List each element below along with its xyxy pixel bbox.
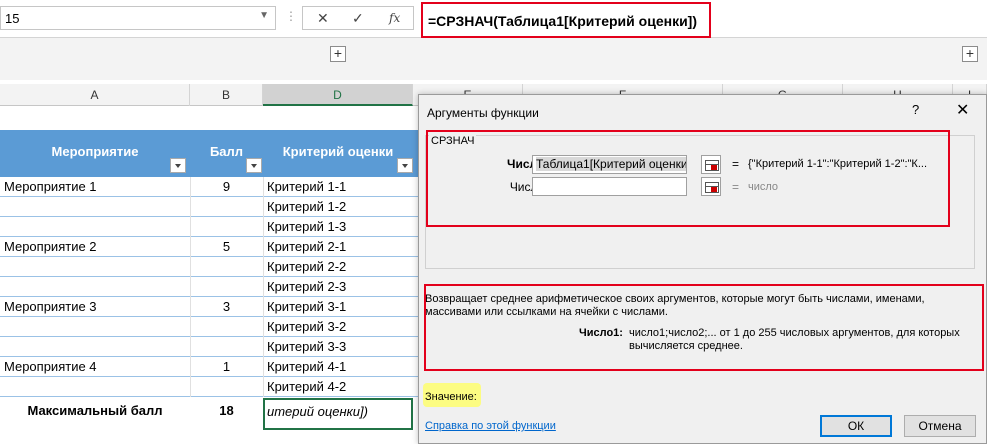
cell-score[interactable]: 9 [190,177,263,197]
cell-event[interactable] [0,317,190,337]
highlight-box-arguments [426,130,950,227]
cell-score[interactable]: 3 [190,297,263,317]
blank-row [0,106,420,130]
filter-dropdown-icon[interactable] [397,158,413,173]
filter-dropdown-icon[interactable] [246,158,262,173]
table-row: Мероприятие 4 1 Критерий 4-1 [0,357,420,377]
cell-criterion[interactable]: Критерий 4-2 [263,377,413,397]
cell-score[interactable] [190,277,263,297]
filter-dropdown-icon[interactable] [170,158,186,173]
ok-button[interactable]: ОК [820,415,892,437]
column-d-header[interactable]: D [263,84,413,106]
expand-group-button[interactable]: + [330,46,346,62]
cell-criterion[interactable]: Критерий 1-1 [263,177,413,197]
column-separator [190,177,191,397]
row-border [0,396,420,397]
cell-criterion[interactable]: Критерий 1-2 [263,197,413,217]
table-row: Критерий 3-2 [0,317,420,337]
cell-event[interactable] [0,197,190,217]
table-row: Критерий 1-3 [0,217,420,237]
value-label: Значение: [425,391,477,403]
formula-buttons: ✕ ✓ fx [302,6,414,30]
cell-event[interactable] [0,217,190,237]
chevron-down-icon[interactable]: ▼ [259,10,269,21]
cell-criterion[interactable]: Критерий 3-3 [263,337,413,357]
cell-score[interactable] [190,217,263,237]
table-row: Критерий 1-2 [0,197,420,217]
drag-handle-icon[interactable]: ⋮ [285,9,297,23]
cell-criterion[interactable]: Критерий 3-1 [263,297,413,317]
cell-event[interactable] [0,277,190,297]
cell-score[interactable] [190,197,263,217]
cell-criterion[interactable]: Критерий 4-1 [263,357,413,377]
help-link[interactable]: Справка по этой функции [425,420,556,432]
table-header-row: Мероприятие Балл Критерий оценки [0,130,420,177]
header-cell-event[interactable]: Мероприятие [0,130,190,177]
table-row: Критерий 3-3 [0,337,420,357]
total-label[interactable]: Максимальный балл [0,398,190,430]
group-outline-bar: + + [0,38,987,80]
editing-cell[interactable]: итерий оценки]) [263,398,413,430]
total-value[interactable]: 18 [190,398,263,430]
cancel-icon[interactable]: ✕ [317,10,329,27]
cell-criterion[interactable]: Критерий 2-3 [263,277,413,297]
highlight-box-description [424,284,984,371]
column-separator [263,177,264,397]
table-row: Мероприятие 1 9 Критерий 1-1 [0,177,420,197]
cell-criterion[interactable]: Критерий 2-2 [263,257,413,277]
cell-criterion[interactable]: Критерий 3-2 [263,317,413,337]
cell-event[interactable]: Мероприятие 4 [0,357,190,377]
cell-event[interactable] [0,377,190,397]
column-a-header[interactable]: A [0,84,190,106]
column-b-header[interactable]: B [190,84,263,106]
table-row: Критерий 4-2 [0,377,420,397]
close-icon[interactable]: ✕ [956,100,969,120]
table-row: Мероприятие 3 3 Критерий 3-1 [0,297,420,317]
cell-criterion[interactable]: Критерий 2-1 [263,237,413,257]
name-box[interactable]: 15 ▼ [0,6,276,30]
enter-icon[interactable]: ✓ [352,10,364,27]
cell-score[interactable]: 5 [190,237,263,257]
header-cell-criterion[interactable]: Критерий оценки [263,130,413,177]
name-box-value: 15 [5,11,20,26]
cell-event[interactable] [0,337,190,357]
cell-score[interactable] [190,337,263,357]
formula-input[interactable]: =СРЗНАЧ(Таблица1[Критерий оценки]) [421,2,711,38]
table-row: Критерий 2-2 [0,257,420,277]
cell-event[interactable]: Мероприятие 1 [0,177,190,197]
table-row: Мероприятие 2 5 Критерий 2-1 [0,237,420,257]
cell-event[interactable] [0,257,190,277]
cell-criterion[interactable]: Критерий 1-3 [263,217,413,237]
cell-score[interactable] [190,257,263,277]
dialog-title: Аргументы функции [427,106,539,120]
cell-event[interactable]: Мероприятие 3 [0,297,190,317]
cancel-button[interactable]: Отмена [904,415,976,437]
function-arguments-dialog: Аргументы функции ? ✕ СРЗНАЧ Число1 Табл… [418,94,987,444]
cell-event[interactable]: Мероприятие 2 [0,237,190,257]
table-row: Критерий 2-3 [0,277,420,297]
cell-score[interactable] [190,377,263,397]
formula-text: =СРЗНАЧ(Таблица1[Критерий оценки]) [428,13,698,29]
formula-bar: 15 ▼ ⋮ ✕ ✓ fx =СРЗНАЧ(Таблица1[Критерий … [0,0,987,38]
help-icon[interactable]: ? [912,102,919,117]
insert-function-icon[interactable]: fx [389,11,400,25]
total-row: Максимальный балл 18 итерий оценки]) [0,398,420,430]
expand-group-button-2[interactable]: + [962,46,978,62]
cell-score[interactable]: 1 [190,357,263,377]
cell-score[interactable] [190,317,263,337]
